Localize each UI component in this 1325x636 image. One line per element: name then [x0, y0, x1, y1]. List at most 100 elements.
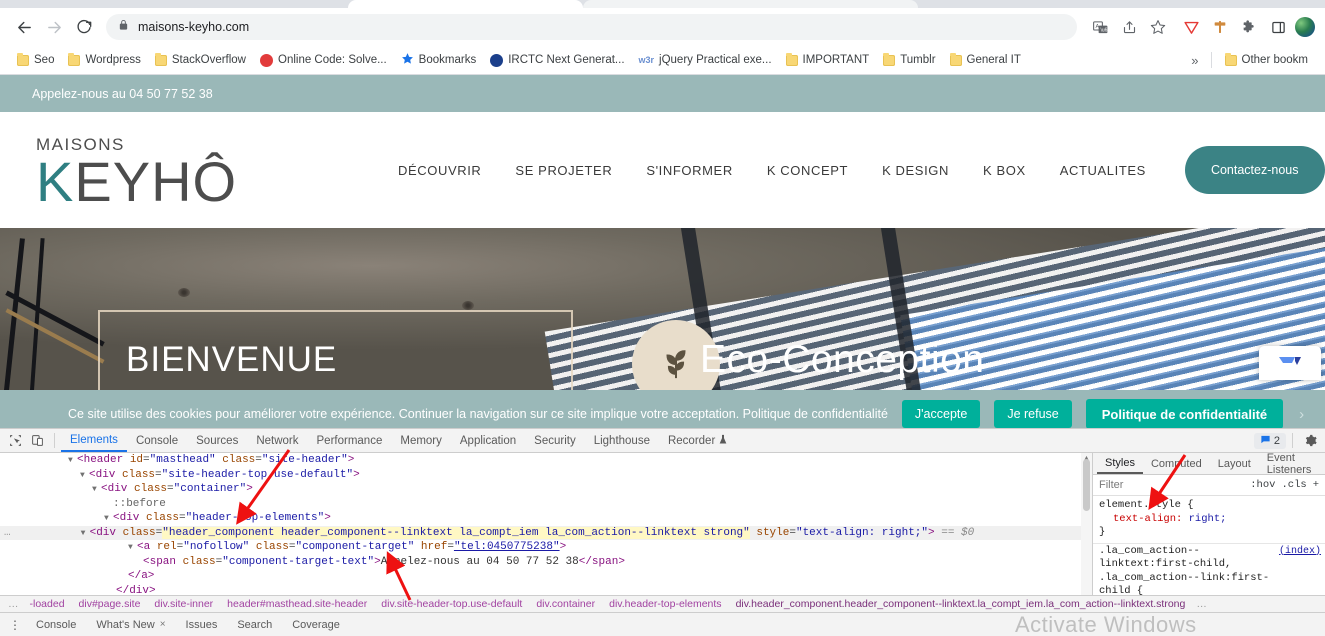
bookmark-item[interactable]: IRCTC Next Generat... [483, 51, 631, 70]
cookie-policy-button[interactable]: Politique de confidentialité [1085, 399, 1284, 429]
cookie-accept-button[interactable]: J'accepte [901, 400, 981, 428]
share-icon[interactable] [1116, 14, 1142, 40]
translate-icon[interactable]: A\u6587 [1087, 14, 1113, 40]
bookmark-item[interactable]: w3r jQuery Practical exe... [632, 51, 779, 69]
declaration-property[interactable]: text-align: [1113, 513, 1182, 525]
declaration-value[interactable]: right; [1189, 513, 1227, 525]
style-rule[interactable]: element.style { text-align: right; } [1093, 498, 1325, 544]
shield-extension-icon[interactable] [1179, 15, 1203, 39]
sidepanel-icon[interactable] [1266, 15, 1290, 39]
cls-toggle[interactable]: .cls [1281, 479, 1306, 491]
dom-node[interactable]: ▼ <a rel="nofollow" class="component-targ… [0, 540, 1092, 555]
dom-node[interactable]: <span class="component-target-text">Appe… [0, 555, 1092, 570]
hov-toggle[interactable]: :hov [1250, 479, 1275, 491]
breadcrumb-item[interactable]: div.site-inner [147, 598, 220, 610]
dom-node[interactable]: ▼ <div class="site-header-top use-default… [0, 468, 1092, 483]
bookmark-item[interactable]: IMPORTANT [779, 51, 877, 69]
rule-declaration[interactable]: text-align: right; [1099, 513, 1319, 527]
dom-tree-panel[interactable]: ▼ <header id="masthead" class="site-heade… [0, 453, 1093, 613]
tab-computed[interactable]: Computed [1143, 453, 1210, 474]
signpost-extension-icon[interactable] [1208, 15, 1232, 39]
tab-memory[interactable]: Memory [391, 429, 451, 452]
puzzle-extensions-icon[interactable] [1237, 15, 1261, 39]
bookmark-item[interactable]: Tumblr [876, 51, 942, 69]
issues-count-badge[interactable]: 2 [1253, 432, 1286, 449]
tab-event-listeners[interactable]: Event Listeners [1259, 452, 1325, 476]
dom-node-selected[interactable]: … ▼ <div class="header_component header_co… [0, 525, 1092, 542]
bookmark-item[interactable]: Seo [10, 51, 61, 69]
breadcrumb-item[interactable]: div.site-header-top.use-default [374, 598, 529, 610]
tab-styles[interactable]: Styles [1097, 453, 1143, 474]
bookmark-item[interactable]: General IT [943, 51, 1028, 69]
new-style-rule-button[interactable]: + [1313, 479, 1319, 491]
expand-triangle-icon[interactable]: ▼ [81, 527, 90, 542]
bookmark-item[interactable]: Online Code: Solve... [253, 51, 394, 70]
other-bookmarks-button[interactable]: Other bookm [1218, 51, 1315, 69]
tab-application[interactable]: Application [451, 429, 525, 452]
tab-network[interactable]: Network [247, 429, 307, 452]
expand-triangle-icon[interactable]: ▼ [92, 483, 101, 498]
bookmarks-overflow-chevron[interactable]: » [1185, 53, 1204, 68]
cookie-refuse-button[interactable]: Je refuse [994, 400, 1072, 428]
breadcrumb-item-selected[interactable]: div.header_component.header_component--l… [729, 598, 1193, 610]
back-arrow-icon[interactable] [10, 13, 38, 41]
expand-triangle-icon[interactable]: ▼ [128, 541, 137, 556]
nav-item-se-projeter[interactable]: SE PROJETER [498, 163, 629, 178]
breadcrumb-item[interactable]: div.header-top-elements [602, 598, 728, 610]
nav-item-actualites[interactable]: ACTUALITES [1043, 163, 1163, 178]
breadcrumb-item[interactable]: -loaded [23, 598, 72, 610]
dom-node-pseudo[interactable]: ::before [0, 497, 1092, 512]
breadcrumb-item[interactable]: div#page.site [72, 598, 148, 610]
gear-icon[interactable] [1299, 431, 1321, 451]
tab-recorder[interactable]: Recorder [659, 429, 736, 452]
nav-item-k-design[interactable]: K DESIGN [865, 163, 966, 178]
tab-console[interactable]: Console [127, 429, 187, 452]
breadcrumb-overflow-left[interactable]: … [4, 598, 23, 610]
profile-avatar[interactable] [1295, 17, 1315, 37]
drawer-tab-coverage[interactable]: Coverage [282, 619, 350, 631]
expand-triangle-icon[interactable]: ▼ [104, 512, 113, 527]
tab-security[interactable]: Security [525, 429, 585, 452]
dom-node[interactable]: ▼ <header id="masthead" class="site-heade… [0, 453, 1092, 468]
breadcrumb-item[interactable]: header#masthead.site-header [220, 598, 374, 610]
drawer-tab-search[interactable]: Search [227, 619, 282, 631]
bookmark-star-icon[interactable] [1145, 14, 1171, 40]
device-toolbar-icon[interactable] [26, 431, 48, 451]
reload-icon[interactable] [70, 13, 98, 41]
drawer-tab-issues[interactable]: Issues [176, 619, 228, 631]
address-bar[interactable]: maisons-keyho.com [106, 14, 1077, 40]
tab-performance[interactable]: Performance [308, 429, 392, 452]
dom-node-close[interactable]: </a> [0, 569, 1092, 584]
tab-layout[interactable]: Layout [1210, 453, 1259, 474]
tab-lighthouse[interactable]: Lighthouse [585, 429, 659, 452]
site-logo[interactable]: MAISONS KEYHÔ [36, 131, 281, 210]
nav-item-s-informer[interactable]: S'INFORMER [629, 163, 749, 178]
breadcrumb-overflow-right[interactable]: … [1192, 598, 1211, 610]
bookmark-item[interactable]: Bookmarks [394, 49, 484, 71]
drawer-tab-console[interactable]: Console [26, 619, 86, 631]
close-icon[interactable]: × [160, 619, 166, 630]
rule-source-link[interactable]: (index) [1279, 545, 1321, 559]
phone-link[interactable]: Appelez-nous au 04 50 77 52 38 [32, 87, 213, 101]
styles-filter-input[interactable]: Filter [1099, 479, 1244, 491]
rule-selector[interactable]: element.style { [1099, 499, 1319, 513]
cookie-next-arrow-icon[interactable]: › [1299, 406, 1304, 423]
bookmark-item[interactable]: StackOverflow [148, 51, 253, 69]
drawer-tab-whats-new[interactable]: What's New × [86, 619, 175, 631]
dom-node[interactable]: ▼ <div class="header-top-elements"> [0, 511, 1092, 526]
breadcrumb-item[interactable]: div.container [529, 598, 602, 610]
dom-scrollbar[interactable]: ▲ ▼ [1081, 453, 1092, 613]
expand-triangle-icon[interactable]: ▼ [68, 454, 77, 469]
browser-tab-inactive[interactable] [583, 0, 918, 8]
contact-button[interactable]: Contactez-nous [1184, 146, 1325, 194]
tab-elements[interactable]: Elements [61, 429, 127, 452]
chat-widget[interactable] [1259, 346, 1321, 380]
drawer-more-icon[interactable]: ⋮ [4, 618, 26, 632]
browser-tab-active[interactable] [348, 0, 583, 8]
bookmark-item[interactable]: Wordpress [61, 51, 147, 69]
inspect-element-icon[interactable] [4, 431, 26, 451]
dom-node[interactable]: ▼ <div class="container"> [0, 482, 1092, 497]
expand-triangle-icon[interactable]: ▼ [80, 469, 89, 484]
nav-item-k-box[interactable]: K BOX [966, 163, 1043, 178]
tab-sources[interactable]: Sources [187, 429, 247, 452]
